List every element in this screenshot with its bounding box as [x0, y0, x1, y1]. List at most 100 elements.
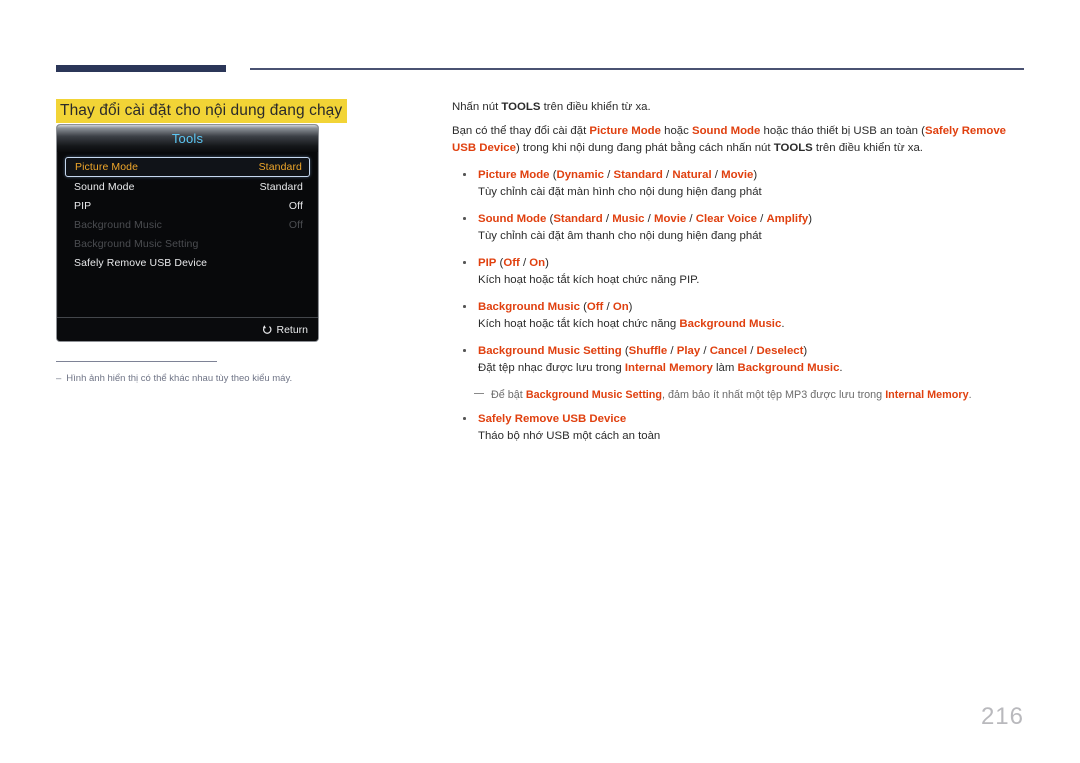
bullet-paren-open: (	[579, 301, 587, 313]
bullet-paren-close: )	[628, 301, 633, 313]
tools-osd-panel: Tools Picture Mode Standard Sound Mode S…	[56, 124, 319, 342]
bullet-paren-close: )	[753, 169, 758, 181]
p2-text-b: hoặc	[660, 125, 692, 137]
header-rule-thick	[56, 65, 226, 72]
note-text-c: .	[968, 389, 972, 401]
bullet-dot-icon	[463, 349, 466, 352]
p2-sound-mode: Sound Mode	[691, 125, 761, 137]
footnote-rule	[56, 361, 217, 362]
bullet-option: On	[529, 257, 546, 269]
osd-row-value: Standard	[259, 180, 303, 193]
note-background-music-setting: Để bật Background Music Setting, đảm bảo…	[452, 387, 1028, 403]
bullet-description: Kích hoạt hoặc tắt kích hoạt chức năng B…	[478, 316, 1028, 333]
bullet-name: Picture Mode	[478, 169, 550, 181]
osd-title-bar: Tools	[57, 125, 318, 152]
footnote-dash: –	[56, 373, 62, 384]
bullet-background-music: Background Music (Off / On) Kích hoạt ho…	[452, 299, 1028, 333]
bullet-description: Đặt tệp nhạc được lưu trong Internal Mem…	[478, 360, 1028, 377]
p2-text-a: Bạn có thể thay đổi cài đặt	[452, 125, 590, 137]
bullet-paren-close: )	[803, 345, 808, 357]
bullet-head: Picture Mode (Dynamic / Standard / Natur…	[478, 167, 1028, 184]
header-rule-thin	[250, 68, 1024, 70]
bullet-head: Background Music (Off / On)	[478, 299, 1028, 316]
note-text-a: Để bật	[491, 389, 526, 401]
bullet-paren-close: )	[545, 257, 549, 269]
bullet-sound-mode: Sound Mode (Standard / Music / Movie / C…	[452, 211, 1028, 245]
sep: /	[519, 257, 530, 269]
osd-row-safely-remove-usb-device[interactable]: Safely Remove USB Device	[65, 253, 310, 272]
osd-row-label: Background Music Setting	[74, 237, 199, 250]
bullet-option: Cancel	[709, 345, 748, 357]
bullet-option: Off	[586, 301, 604, 313]
bullet-background-music-setting: Background Music Setting (Shuffle / Play…	[452, 343, 1028, 377]
note-highlight-1: Background Music Setting	[525, 389, 662, 401]
desc-highlight-background-music: Background Music	[737, 362, 840, 374]
bullet-description: Tùy chỉnh cài đặt âm thanh cho nội dung …	[478, 230, 762, 242]
note-highlight-2: Internal Memory	[885, 389, 969, 401]
bullet-name: PIP	[478, 257, 497, 269]
bullet-name: Safely Remove USB Device	[478, 413, 627, 425]
bullet-option: Natural	[672, 169, 712, 181]
bullet-option: Clear Voice	[695, 213, 757, 225]
osd-row-value: Off	[288, 199, 303, 212]
page-title: Thay đổi cài đặt cho nội dung đang chạy	[56, 99, 348, 123]
page-number: 216	[980, 703, 1024, 730]
bullet-option: Movie	[653, 213, 687, 225]
bullet-option: Movie	[721, 169, 754, 181]
return-arrow-icon	[261, 324, 272, 335]
bullet-option: Music	[612, 213, 645, 225]
p2-text-c: hoặc tháo thiết bị USB an toàn (	[760, 125, 925, 137]
osd-row-label: Picture Mode	[75, 161, 139, 173]
bullet-paren-open: (	[621, 345, 629, 357]
p1-text-c: trên điều khiển từ xa.	[540, 101, 651, 113]
bullet-description: Tùy chỉnh cài đặt màn hình cho nội dung …	[478, 186, 762, 198]
bullet-option: Deselect	[756, 345, 804, 357]
footnote-text: Hình ảnh hiển thị có thể khác nhau tùy t…	[66, 373, 293, 384]
desc-text-b: .	[781, 318, 785, 330]
sep: /	[747, 345, 757, 357]
bullet-option: On	[612, 301, 629, 313]
bullet-safely-remove-usb-device: Safely Remove USB Device Tháo bộ nhớ USB…	[452, 411, 1028, 445]
osd-row-label: Background Music	[74, 218, 162, 231]
osd-menu-list: Picture Mode Standard Sound Mode Standar…	[57, 152, 318, 317]
document-page: Thay đổi cài đặt cho nội dung đang chạy …	[0, 0, 1080, 763]
sep: /	[686, 213, 696, 225]
p2-text-e: trên điều khiển từ xa.	[812, 142, 923, 154]
bullet-option: Standard	[613, 169, 663, 181]
sep: /	[667, 345, 677, 357]
p2-tools-keyword: TOOLS	[773, 142, 813, 154]
bullet-option: Off	[503, 257, 520, 269]
p1-text-a: Nhấn nút	[452, 101, 502, 113]
bullet-dot-icon	[463, 173, 466, 176]
desc-text-a: Kích hoạt hoặc tắt kích hoạt chức năng	[478, 318, 680, 330]
sep: /	[662, 169, 673, 181]
osd-row-pip[interactable]: PIP Off	[65, 196, 310, 215]
osd-row-label: Sound Mode	[74, 180, 135, 193]
osd-row-sound-mode[interactable]: Sound Mode Standard	[65, 177, 310, 196]
osd-row-value: Off	[288, 218, 303, 231]
osd-row-background-music-setting: Background Music Setting	[65, 234, 310, 253]
p2-text-d: ) trong khi nội dung đang phát bằng cách…	[515, 142, 774, 154]
bullet-head: Background Music Setting (Shuffle / Play…	[478, 343, 1028, 360]
bullet-dot-icon	[463, 261, 466, 264]
bullet-head: Sound Mode (Standard / Music / Movie / C…	[478, 211, 1028, 228]
note-text-b: , đảm bảo ít nhất một tệp MP3 được lưu t…	[662, 389, 886, 401]
osd-row-picture-mode[interactable]: Picture Mode Standard	[65, 157, 310, 177]
bullet-dot-icon	[463, 305, 466, 308]
desc-text-b: làm	[712, 362, 738, 374]
bullet-dot-icon	[463, 217, 466, 220]
osd-title: Tools	[171, 131, 204, 146]
sep: /	[603, 301, 613, 313]
footnote: – Hình ảnh hiển thị có thể khác nhau tùy…	[56, 372, 396, 385]
bullet-paren-open: (	[549, 169, 557, 181]
osd-row-value: Standard	[258, 161, 302, 173]
paragraph-change-settings: Bạn có thể thay đổi cài đặt Picture Mode…	[452, 123, 1028, 157]
bullet-pip: PIP (Off / On) Kích hoạt hoặc tắt kích h…	[452, 255, 1028, 289]
bullet-dot-icon	[463, 417, 466, 420]
bullet-option: Shuffle	[628, 345, 668, 357]
sep: /	[700, 345, 710, 357]
desc-text-c: .	[839, 362, 843, 374]
p2-picture-mode: Picture Mode	[589, 125, 661, 137]
bullet-option: Standard	[553, 213, 603, 225]
note-dash-icon	[474, 393, 484, 395]
